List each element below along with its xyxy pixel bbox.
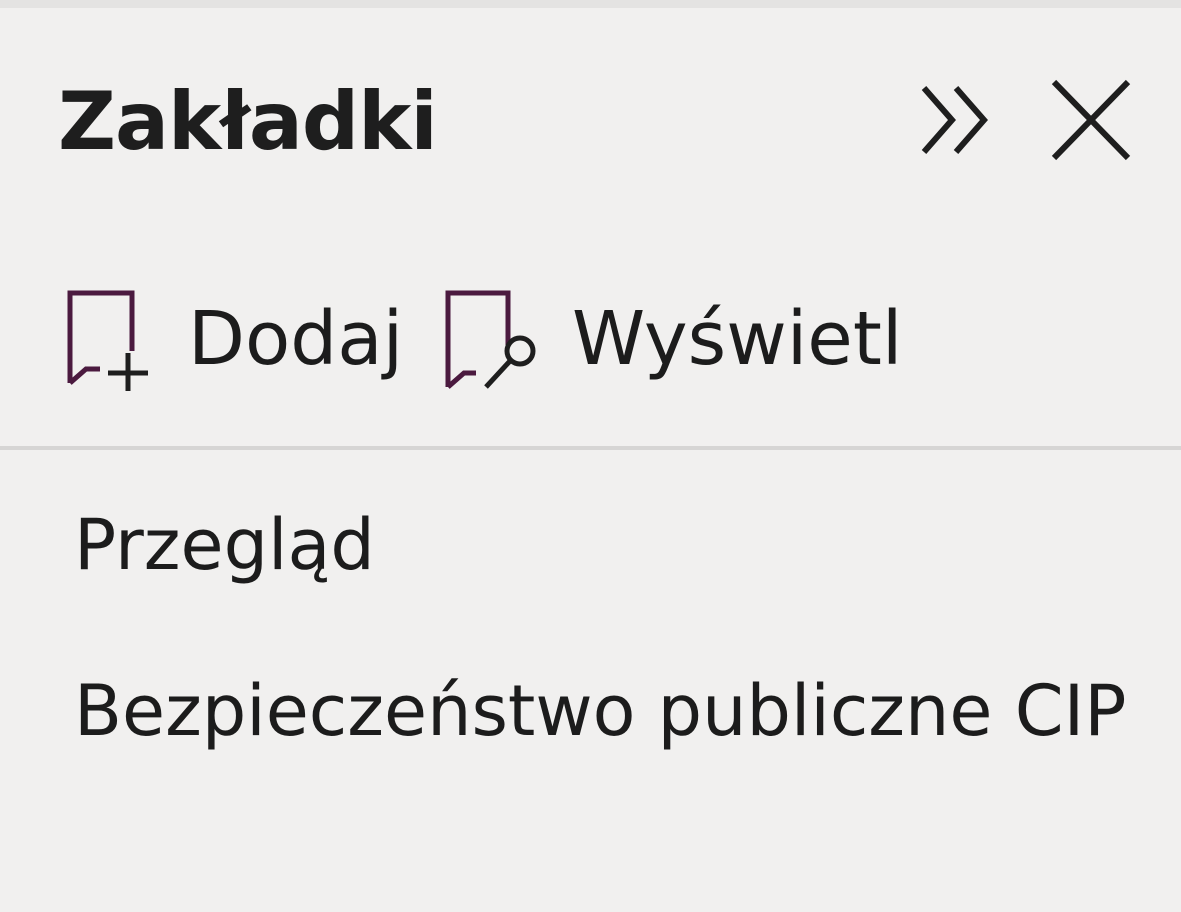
double-chevron-right-icon xyxy=(921,86,988,154)
bookmark-item[interactable]: Przegląd xyxy=(74,490,375,600)
panel-header: Zakładki xyxy=(0,60,1181,190)
panel-title: Zakładki xyxy=(58,75,438,168)
add-bookmark-label: Dodaj xyxy=(188,296,404,382)
expand-panel-button[interactable] xyxy=(912,74,1004,166)
view-bookmarks-button[interactable]: Wyświetl xyxy=(442,284,902,394)
divider xyxy=(0,446,1181,450)
view-bookmarks-label: Wyświetl xyxy=(572,296,903,382)
top-border xyxy=(0,0,1181,8)
bookmark-item[interactable]: Bezpieczeństwo publiczne CIP xyxy=(74,656,1126,766)
bookmark-toolbar: Dodaj Wyświetl xyxy=(0,270,1181,410)
add-bookmark-button[interactable]: Dodaj xyxy=(64,284,403,394)
bookmark-search-icon xyxy=(445,290,536,389)
close-panel-button[interactable] xyxy=(1044,74,1136,166)
bookmark-add-icon xyxy=(67,290,148,391)
close-icon xyxy=(1051,79,1131,161)
